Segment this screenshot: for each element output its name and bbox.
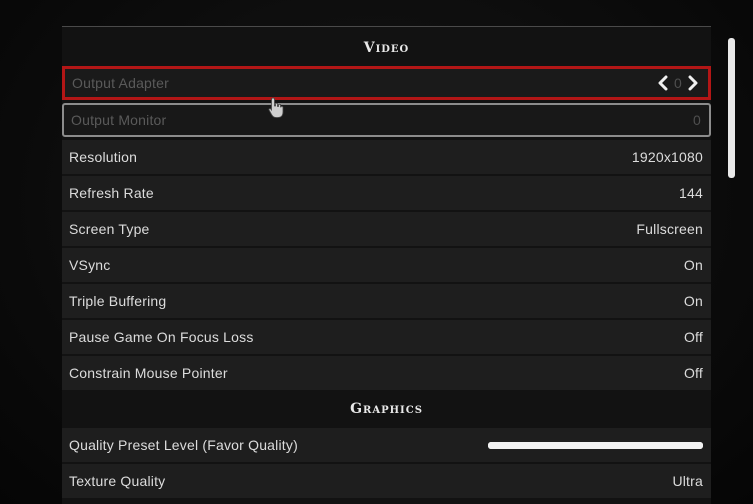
setting-row-quality-preset-level[interactable]: Quality Preset Level (Favor Quality) — [62, 428, 711, 462]
setting-label: Triple Buffering — [69, 293, 167, 309]
section-header-video: Video — [363, 40, 410, 56]
setting-label: Output Monitor — [71, 112, 167, 128]
setting-row-pause-game-on-focus-loss[interactable]: Pause Game On Focus Loss Off — [62, 320, 711, 354]
section-header-graphics: Graphics — [350, 401, 423, 417]
setting-value: 0 — [693, 112, 701, 128]
setting-value: Off — [683, 329, 703, 345]
setting-value: 144 — [679, 185, 703, 201]
setting-value: On — [683, 257, 703, 273]
quality-preset-slider[interactable] — [488, 441, 703, 449]
setting-label: Pause Game On Focus Loss — [69, 329, 254, 345]
setting-label: Screen Type — [69, 221, 150, 237]
setting-value: 1920x1080 — [631, 149, 703, 165]
setting-label: Constrain Mouse Pointer — [69, 365, 228, 381]
setting-row-triple-buffering[interactable]: Triple Buffering On — [62, 284, 711, 318]
setting-value: Fullscreen — [636, 221, 703, 237]
setting-label: Output Adapter — [72, 75, 169, 91]
setting-label: Resolution — [69, 149, 138, 165]
setting-row-vsync[interactable]: VSync On — [62, 248, 711, 282]
scrollbar-thumb[interactable] — [728, 38, 735, 178]
setting-value: Off — [683, 365, 703, 381]
setting-row-screen-type[interactable]: Screen Type Fullscreen — [62, 212, 711, 246]
setting-label: Refresh Rate — [69, 185, 154, 201]
setting-label: VSync — [69, 257, 111, 273]
hand-cursor-icon — [268, 97, 284, 119]
setting-row-output-monitor[interactable]: Output Monitor 0 — [62, 103, 711, 137]
setting-value: Ultra — [672, 473, 703, 489]
setting-value-selector: 0 — [656, 74, 700, 92]
chevron-left-icon[interactable] — [656, 74, 670, 92]
settings-screen: Video Output Adapter 0 Output Monitor 0 … — [0, 0, 753, 504]
setting-label: Texture Quality — [69, 473, 166, 489]
setting-row-refresh-rate[interactable]: Refresh Rate 144 — [62, 176, 711, 210]
setting-value: 0 — [674, 75, 682, 91]
panel-divider — [62, 26, 711, 27]
chevron-right-icon[interactable] — [686, 74, 700, 92]
setting-row-output-adapter[interactable]: Output Adapter 0 — [62, 66, 711, 100]
setting-row-resolution[interactable]: Resolution 1920x1080 — [62, 140, 711, 174]
setting-label: Quality Preset Level (Favor Quality) — [69, 437, 298, 453]
setting-row-constrain-mouse-pointer[interactable]: Constrain Mouse Pointer Off — [62, 356, 711, 390]
setting-row-texture-quality[interactable]: Texture Quality Ultra — [62, 464, 711, 498]
setting-value: On — [683, 293, 703, 309]
slider-fill — [488, 441, 703, 449]
